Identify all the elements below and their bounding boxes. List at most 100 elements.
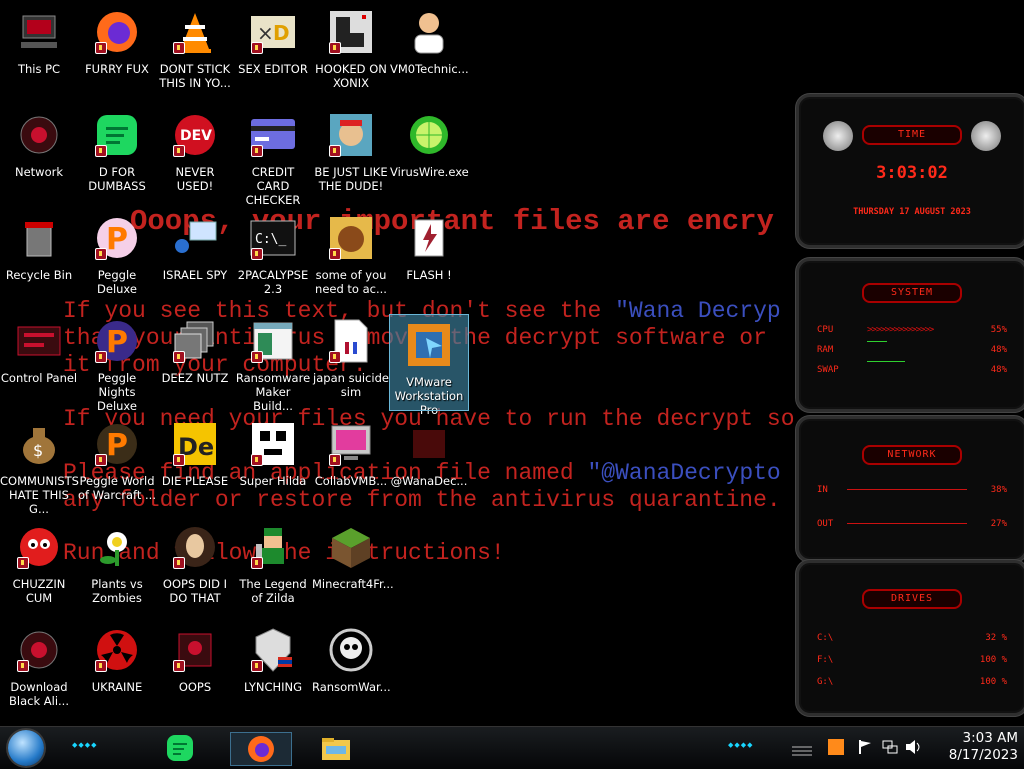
desktop-icon-ransomware-maker[interactable]: Ransomware Maker Build... bbox=[234, 311, 312, 413]
desktop-icon-network[interactable]: Network bbox=[0, 105, 78, 179]
swap-row: SWAP 48% bbox=[817, 361, 1007, 375]
net-in-row: IN 38% bbox=[817, 485, 1007, 495]
desktop-icon-lynching[interactable]: LYNCHING bbox=[234, 620, 312, 694]
radiation-icon bbox=[93, 626, 141, 674]
desktop-icon-oops[interactable]: OOPS bbox=[156, 620, 234, 694]
peggle-nights-icon: P bbox=[93, 317, 141, 365]
desktop-icon-control-panel[interactable]: Control Panel bbox=[0, 311, 78, 385]
portrait-icon bbox=[171, 523, 219, 571]
svg-text:D: D bbox=[273, 21, 290, 45]
desktop-icon-flash[interactable]: FLASH ! bbox=[390, 208, 468, 282]
desktop-icon-credit-card-checker[interactable]: CREDIT CARD CHECKER bbox=[234, 105, 312, 207]
desktop-icon-peggle-world-of-warcraft[interactable]: P Peggle World of Warcraft ... bbox=[78, 414, 156, 502]
grass-block-icon bbox=[327, 523, 375, 571]
time-gadget-title: TIME bbox=[862, 125, 962, 145]
document-icon bbox=[327, 317, 375, 365]
desktop-icon-ukraine[interactable]: UKRAINE bbox=[78, 620, 156, 694]
cpu-row: CPU >>>>>>>>>>>>>>> 55% bbox=[817, 325, 1007, 335]
desktop-icon-dont-stick[interactable]: DONT STICK THIS IN YO... bbox=[156, 2, 234, 90]
money-bag-icon: $ bbox=[15, 420, 63, 468]
stacked-windows-icon bbox=[171, 317, 219, 365]
desktop-icon-recycle-bin[interactable]: Recycle Bin bbox=[0, 208, 78, 282]
skull-icon bbox=[327, 626, 375, 674]
ransom-line-6: any folder or restore from the antivirus… bbox=[63, 487, 781, 513]
taskbar-app-green[interactable] bbox=[160, 732, 200, 764]
vlc-cone-icon bbox=[171, 8, 219, 56]
taskbar-app-firefox[interactable] bbox=[230, 732, 292, 766]
red-program-icon bbox=[171, 626, 219, 674]
desktop-icon-this-pc[interactable]: This PC bbox=[0, 2, 78, 76]
desktop-icon-be-just-like-the-dude[interactable]: BE JUST LIKE THE DUDE! bbox=[312, 105, 390, 193]
alien-network-icon bbox=[15, 111, 63, 159]
dude-icon bbox=[327, 111, 375, 159]
drives-gadget-title: DRIVES bbox=[862, 589, 962, 609]
desktop-icon-d-for-dumbass[interactable]: D FOR DUMBASS bbox=[78, 105, 156, 193]
pvz-flower-icon bbox=[93, 523, 141, 571]
desktop-icon-super-hilda[interactable]: Super Hilda bbox=[234, 414, 312, 488]
desktop-icon-2pacalypse[interactable]: C:\_ 2PACALYPSE 2.3 bbox=[234, 208, 312, 296]
desktop-icon-israel-spy[interactable]: ISRAEL SPY bbox=[156, 208, 234, 282]
network-icon[interactable] bbox=[882, 739, 898, 759]
dog-icon bbox=[327, 214, 375, 262]
desktop-icon-furry-fux[interactable]: FURRY FUX bbox=[78, 2, 156, 76]
net-out-row: OUT 27% bbox=[817, 519, 1007, 529]
taskbar: ◆◆◆◆ ◆◆◆◆ 3:03 AM 8/17/2023 bbox=[0, 726, 1024, 769]
alien-icon bbox=[15, 626, 63, 674]
start-button[interactable] bbox=[8, 730, 44, 766]
desktop-icon-communists[interactable]: $ COMMUNISTS HATE THIS G... bbox=[0, 414, 79, 516]
remote-desktop-icon bbox=[171, 214, 219, 262]
chuzzle-icon bbox=[15, 523, 63, 571]
shield-crest-icon bbox=[249, 626, 297, 674]
desktop-icon-japan-suicide-sim[interactable]: japan suicide sim bbox=[312, 311, 390, 399]
desktop-icon-collabvmb[interactable]: CollabVMB... bbox=[312, 414, 390, 488]
drives-gadget: DRIVES C:\ 32 % F:\ 100 % G:\ 100 % bbox=[796, 560, 1024, 716]
desktop-icon-vmware-workstation[interactable]: VMware Workstation Pro bbox=[389, 314, 469, 417]
svg-text:P: P bbox=[106, 325, 128, 360]
peggle-wow-icon: P bbox=[93, 420, 141, 468]
desktop-icon-sex-editor[interactable]: × D SEX EDITOR bbox=[234, 2, 312, 76]
show-desktop-icon[interactable] bbox=[792, 742, 814, 756]
de-icon: De bbox=[171, 420, 219, 468]
taskbar-time: 3:03 AM bbox=[962, 730, 1019, 746]
desktop-icon-peggle-nights[interactable]: P Peggle Nights Deluxe bbox=[78, 311, 156, 413]
spotify-like-icon bbox=[93, 111, 141, 159]
flag-icon[interactable] bbox=[858, 739, 872, 759]
lime-icon bbox=[405, 111, 453, 159]
desktop-icon-some-of-you[interactable]: some of you need to ac... bbox=[312, 208, 390, 296]
desktop-icon-deez-nutz[interactable]: DEEZ NUTZ bbox=[156, 311, 234, 385]
desktop-icon-download-black-alien[interactable]: Download Black Ali... bbox=[0, 620, 78, 708]
drive-f-row: F:\ 100 % bbox=[817, 655, 1007, 665]
taskbar-app-explorer[interactable] bbox=[316, 732, 356, 764]
desktop-icon-chuzzin-cum[interactable]: CHUZZIN CUM bbox=[0, 517, 78, 605]
system-gadget: SYSTEM CPU >>>>>>>>>>>>>>> 55% RAM 48% SWAP… bbox=[796, 258, 1024, 412]
desktop-icon-ransomware[interactable]: RansomWar... bbox=[312, 620, 391, 694]
drive-g-row: G:\ 100 % bbox=[817, 677, 1007, 687]
tray-app-icon[interactable] bbox=[828, 739, 844, 755]
desktop-icon-never-used[interactable]: DEV NEVER USED! bbox=[156, 105, 234, 193]
gadget-date: THURSDAY 17 AUGUST 2023 bbox=[853, 207, 971, 217]
desktop-icon-oops-did-i-do-that[interactable]: OOPS DID I DO THAT bbox=[156, 517, 234, 605]
desktop-icon-plants-vs-zombies[interactable]: Plants vs Zombies bbox=[78, 517, 156, 605]
pixel-character-icon bbox=[249, 420, 297, 468]
volume-icon[interactable] bbox=[905, 739, 923, 759]
taskbar-clock[interactable]: 3:03 AM 8/17/2023 bbox=[949, 730, 1018, 764]
vmware-icon bbox=[405, 321, 453, 369]
firefox-icon bbox=[248, 736, 274, 762]
desktop-icon-wanadecryptor[interactable]: @WanaDec... bbox=[390, 414, 468, 488]
green-app-icon bbox=[167, 735, 193, 761]
svg-text:C:\_: C:\_ bbox=[255, 232, 286, 247]
app-window-icon bbox=[249, 317, 297, 365]
svg-text:P: P bbox=[106, 428, 128, 463]
desktop-icon-viruswire[interactable]: VirusWire.exe bbox=[390, 105, 469, 179]
network-gadget: NETWORK IN 38% OUT 27% bbox=[796, 416, 1024, 562]
desktop-icon-die-please[interactable]: De DIE PLEASE bbox=[156, 414, 234, 488]
desktop-icon-vm0technic[interactable]: VM0Technic... bbox=[390, 2, 469, 76]
control-panel-icon bbox=[15, 317, 63, 365]
desktop-icon-peggle-deluxe[interactable]: P Peggle Deluxe bbox=[78, 208, 156, 296]
svg-text:DEV: DEV bbox=[180, 128, 212, 144]
drive-c-row: C:\ 32 % bbox=[817, 633, 1007, 643]
desktop-icon-minecraft[interactable]: Minecraft4Fr... bbox=[312, 517, 394, 591]
credit-card-icon bbox=[249, 111, 297, 159]
desktop-icon-legend-of-zilda[interactable]: The Legend of Zilda bbox=[234, 517, 312, 605]
desktop-icon-hooked-on-xonix[interactable]: HOOKED ON XONIX bbox=[312, 2, 390, 90]
